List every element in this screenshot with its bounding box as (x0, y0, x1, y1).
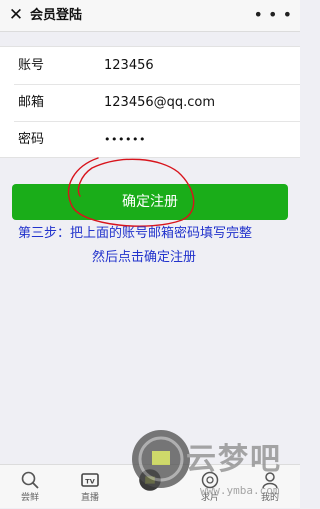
tab-label: 尝鲜 (20, 493, 39, 503)
account-label: 账号 (18, 58, 45, 73)
instruction-line-2: 然后点击确定注册 (92, 250, 197, 265)
tab-live[interactable]: TV 直播 (60, 465, 120, 509)
search-icon (21, 471, 39, 489)
watermark: 云梦吧 www.ymba.com (130, 428, 300, 504)
svg-text:TV: TV (85, 477, 94, 485)
password-field[interactable]: •••••• (104, 121, 146, 158)
tab-taste[interactable]: 尝鲜 (0, 465, 60, 509)
email-row: 邮箱 123456@qq.com (0, 84, 300, 121)
email-label: 邮箱 (18, 95, 45, 110)
account-field[interactable]: 123456 (104, 47, 154, 84)
account-row: 账号 123456 (0, 47, 300, 84)
instruction-text: 第三步：把上面的账号邮箱密码填写完整 然后点击确定注册 (14, 222, 294, 270)
page-title: 会员登陆 (30, 8, 83, 23)
password-label: 密码 (18, 132, 45, 147)
instruction-line-1: 第三步：把上面的账号邮箱密码填写完整 (18, 226, 253, 241)
email-field[interactable]: 123456@qq.com (104, 84, 215, 121)
password-row: 密码 •••••• (0, 121, 300, 158)
watermark-text: 云梦吧 (186, 442, 282, 477)
close-icon[interactable]: ✕ (6, 5, 26, 25)
title-bar: ✕ 会员登陆 • • • (0, 0, 300, 32)
tab-label: 直播 (80, 493, 99, 503)
tv-icon: TV (81, 473, 99, 487)
confirm-register-button[interactable]: 确定注册 (12, 184, 288, 220)
more-dots-icon[interactable]: • • • (254, 0, 292, 32)
watermark-logo-icon (132, 430, 190, 488)
registration-form: 账号 123456 邮箱 123456@qq.com 密码 •••••• (0, 46, 300, 158)
watermark-url: www.ymba.com (200, 484, 280, 497)
